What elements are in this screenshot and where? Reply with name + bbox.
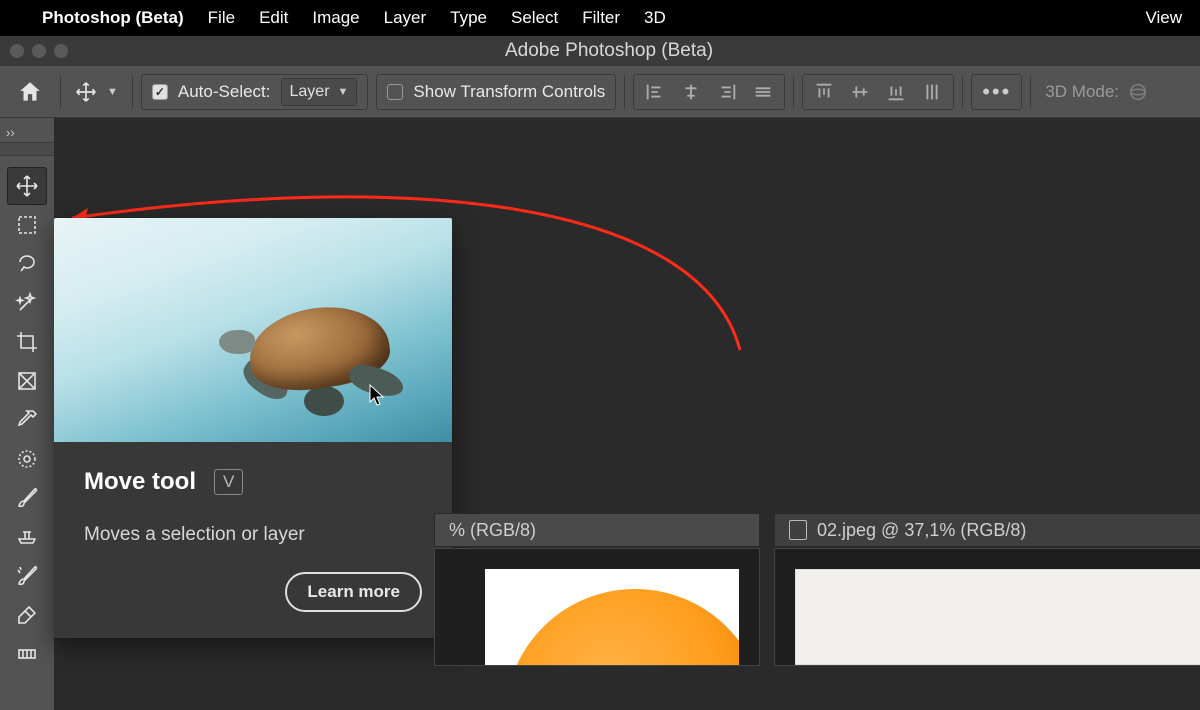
- menu-filter[interactable]: Filter: [582, 8, 620, 28]
- menu-file[interactable]: File: [208, 8, 235, 28]
- menu-3d[interactable]: 3D: [644, 8, 666, 28]
- learn-more-button[interactable]: Learn more: [285, 572, 422, 612]
- crop-tool[interactable]: [7, 323, 47, 361]
- 3d-orbit-icon[interactable]: [1127, 81, 1149, 103]
- tooltip-shortcut: V: [214, 469, 243, 495]
- move-tool-indicator[interactable]: ▼: [69, 74, 124, 110]
- ellipsis-icon: •••: [982, 79, 1011, 105]
- eraser-tool[interactable]: [7, 596, 47, 634]
- tooltip-description: Moves a selection or layer: [84, 524, 422, 546]
- marquee-tool[interactable]: [7, 206, 47, 244]
- menu-edit[interactable]: Edit: [259, 8, 288, 28]
- panel-grip[interactable]: [0, 142, 54, 156]
- distribute-h-icon[interactable]: [752, 81, 774, 103]
- auto-select-checkbox[interactable]: ✓: [152, 84, 168, 100]
- healing-tool[interactable]: [7, 440, 47, 478]
- align-bottom-icon[interactable]: [885, 81, 907, 103]
- auto-select-group: ✓ Auto-Select: Layer▼: [141, 74, 369, 110]
- move-tool[interactable]: [7, 167, 47, 205]
- magic-wand-tool[interactable]: [7, 284, 47, 322]
- app-name[interactable]: Photoshop (Beta): [42, 8, 184, 28]
- options-bar: ▼ ✓ Auto-Select: Layer▼ Show Transform C…: [0, 66, 1200, 118]
- frame-tool[interactable]: [7, 362, 47, 400]
- lasso-tool[interactable]: [7, 245, 47, 283]
- distribute-v-icon[interactable]: [921, 81, 943, 103]
- menu-type[interactable]: Type: [450, 8, 487, 28]
- auto-select-dropdown[interactable]: Layer▼: [281, 78, 358, 106]
- window-titlebar: Adobe Photoshop (Beta): [0, 36, 1200, 66]
- document-tab-1[interactable]: % (RGB/8): [434, 513, 760, 547]
- more-options[interactable]: •••: [971, 74, 1022, 110]
- clone-stamp-tool[interactable]: [7, 518, 47, 556]
- tab-1-label: % (RGB/8): [449, 520, 536, 541]
- tooltip-title: Move tool: [84, 468, 196, 496]
- auto-select-label: Auto-Select:: [178, 82, 271, 102]
- cursor-icon: [369, 384, 387, 406]
- show-transform-label: Show Transform Controls: [413, 82, 605, 102]
- menu-image[interactable]: Image: [312, 8, 359, 28]
- document-tab-2[interactable]: 02.jpeg @ 37,1% (RGB/8): [774, 513, 1200, 547]
- file-icon: [789, 520, 807, 540]
- align-center-v-icon[interactable]: [849, 81, 871, 103]
- window-title: Adobe Photoshop (Beta): [68, 40, 1190, 62]
- traffic-lights[interactable]: [10, 44, 68, 58]
- tooltip-preview-image: [54, 218, 452, 442]
- gradient-tool[interactable]: [7, 635, 47, 673]
- align-center-h-icon[interactable]: [680, 81, 702, 103]
- home-button[interactable]: [8, 72, 52, 112]
- panel-collapse-icon[interactable]: ››: [0, 122, 54, 142]
- document-2-preview[interactable]: [774, 548, 1200, 666]
- menu-view[interactable]: View: [1145, 8, 1182, 28]
- align-top-icon[interactable]: [813, 81, 835, 103]
- align-group-2: [802, 74, 954, 110]
- transform-controls-group: Show Transform Controls: [376, 74, 616, 110]
- menu-layer[interactable]: Layer: [384, 8, 427, 28]
- history-brush-tool[interactable]: [7, 557, 47, 595]
- document-1-preview[interactable]: [434, 548, 760, 666]
- 3d-mode-label: 3D Mode:: [1045, 82, 1119, 102]
- show-transform-checkbox[interactable]: [387, 84, 403, 100]
- align-right-icon[interactable]: [716, 81, 738, 103]
- align-group-1: [633, 74, 785, 110]
- tab-2-label: 02.jpeg @ 37,1% (RGB/8): [817, 520, 1026, 541]
- mac-menubar: Photoshop (Beta) File Edit Image Layer T…: [0, 0, 1200, 36]
- tool-tooltip: Move tool V Moves a selection or layer L…: [54, 218, 452, 638]
- tool-panel: ››: [0, 118, 54, 710]
- eyedropper-tool[interactable]: [7, 401, 47, 439]
- chevron-down-icon[interactable]: ▼: [107, 86, 118, 98]
- turtle-graphic: [249, 308, 389, 388]
- menu-select[interactable]: Select: [511, 8, 558, 28]
- brush-tool[interactable]: [7, 479, 47, 517]
- canvas-area: Move tool V Moves a selection or layer L…: [54, 118, 1200, 710]
- align-left-icon[interactable]: [644, 81, 666, 103]
